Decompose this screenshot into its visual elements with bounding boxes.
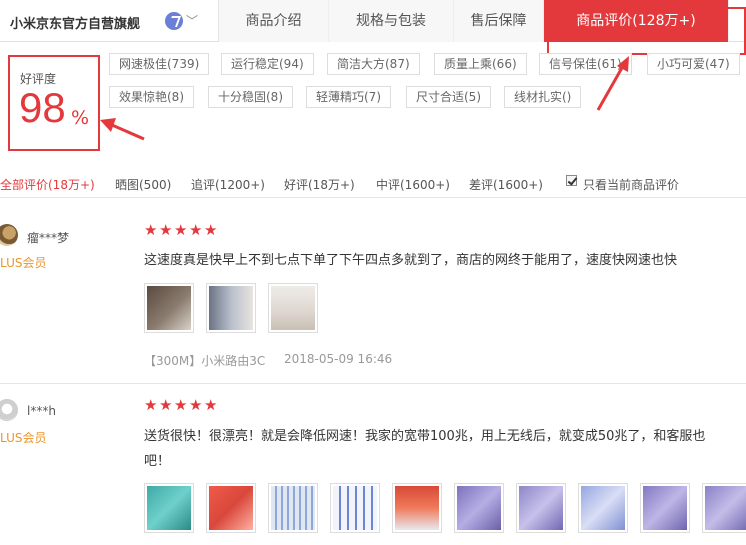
star-icon: ★	[189, 221, 203, 239]
only-current-checkbox[interactable]	[566, 175, 577, 186]
star-rating: ★ ★ ★ ★ ★	[144, 396, 218, 414]
star-icon: ★	[174, 221, 188, 239]
review-username: 瘤***梦	[27, 231, 70, 245]
avatar	[0, 399, 18, 421]
review-tag[interactable]: 网速极佳(739)	[109, 53, 210, 75]
purchased-product[interactable]: 【300M】小米路由3C	[144, 352, 265, 369]
review-divider	[0, 383, 746, 384]
member-level: LUS会员	[0, 256, 47, 270]
review-tag[interactable]: 十分稳固(8)	[208, 86, 293, 108]
annotation-arrow-icon	[596, 56, 629, 111]
review-image-thumb[interactable]	[206, 483, 256, 533]
star-icon: ★	[159, 396, 173, 414]
filter-positive[interactable]: 好评(18万+)	[284, 176, 355, 193]
review-image-thumb[interactable]	[268, 483, 318, 533]
review-image-thumb[interactable]	[144, 283, 194, 333]
review-image-thumb[interactable]	[392, 483, 442, 533]
review-image-thumb[interactable]	[640, 483, 690, 533]
review-image-thumb[interactable]	[268, 283, 318, 333]
review-text-continued: 吧！	[144, 454, 171, 469]
rating-unit: %	[71, 107, 90, 129]
review-text: 这速度真是快早上不到七点下单了下午四点多就到了，商店的网终于能用了，速度快网速也…	[144, 253, 678, 268]
filter-negative[interactable]: 差评(1600+)	[469, 176, 543, 193]
review-image-thumb[interactable]	[454, 483, 504, 533]
star-icon: ★	[144, 221, 158, 239]
member-level: LUS会员	[0, 431, 47, 445]
filter-follow-up[interactable]: 追评(1200+)	[191, 176, 265, 193]
review-tag[interactable]: 尺寸合适(5)	[406, 86, 491, 108]
filter-neutral[interactable]: 中评(1600+)	[376, 176, 450, 193]
chevron-down-icon[interactable]: ﹀	[186, 12, 198, 29]
review-tag[interactable]: 质量上乘(66)	[434, 53, 527, 75]
review-text: 送货很快！很漂亮！就是会降低网速！我家的宽带100兆，用上无线后，就变成50兆了…	[144, 429, 706, 444]
review-tag[interactable]: 效果惊艳(8)	[109, 86, 194, 108]
tab-highlight-box	[547, 7, 746, 55]
review-image-thumb[interactable]	[516, 483, 566, 533]
review-username: l***h	[27, 404, 56, 418]
review-tag[interactable]: 运行稳定(94)	[221, 53, 314, 75]
star-rating: ★ ★ ★ ★ ★	[144, 221, 218, 239]
star-icon: ★	[144, 396, 158, 414]
tab-product-intro[interactable]: 商品介绍	[219, 0, 329, 42]
only-current-label[interactable]: 只看当前商品评价	[583, 176, 679, 193]
store-name[interactable]: 小米京东官方自营旗舰	[10, 13, 140, 32]
tab-after-sales[interactable]: 售后保障	[454, 0, 544, 42]
review-image-thumb[interactable]	[702, 483, 746, 533]
review-tag[interactable]: 轻薄精巧(7)	[306, 86, 391, 108]
review-tag[interactable]: 小巧可爱(47)	[647, 53, 740, 75]
review-image-thumb[interactable]	[578, 483, 628, 533]
star-icon: ★	[159, 221, 173, 239]
review-image-thumb[interactable]	[206, 283, 256, 333]
review-date: 2018-05-09 16:46	[284, 352, 393, 366]
rating-value: 98	[19, 84, 66, 131]
annotation-arrow-icon	[100, 118, 145, 141]
review-image-thumb[interactable]	[330, 483, 380, 533]
tab-specs-packaging[interactable]: 规格与包装	[329, 0, 454, 42]
review-tag[interactable]: 简洁大方(87)	[327, 53, 420, 75]
review-tag[interactable]: 线材扎实()	[504, 86, 582, 108]
filter-with-images[interactable]: 晒图(500)	[115, 176, 171, 193]
filter-all[interactable]: 全部评价(18万+)	[0, 176, 95, 193]
review-image-thumb[interactable]	[144, 483, 194, 533]
star-icon: ★	[174, 396, 188, 414]
follow-icon[interactable]	[165, 12, 183, 30]
star-icon: ★	[189, 396, 203, 414]
rating-box: 好评度 98 %	[8, 55, 100, 151]
star-icon: ★	[204, 396, 218, 414]
avatar	[0, 224, 18, 246]
star-icon: ★	[204, 221, 218, 239]
